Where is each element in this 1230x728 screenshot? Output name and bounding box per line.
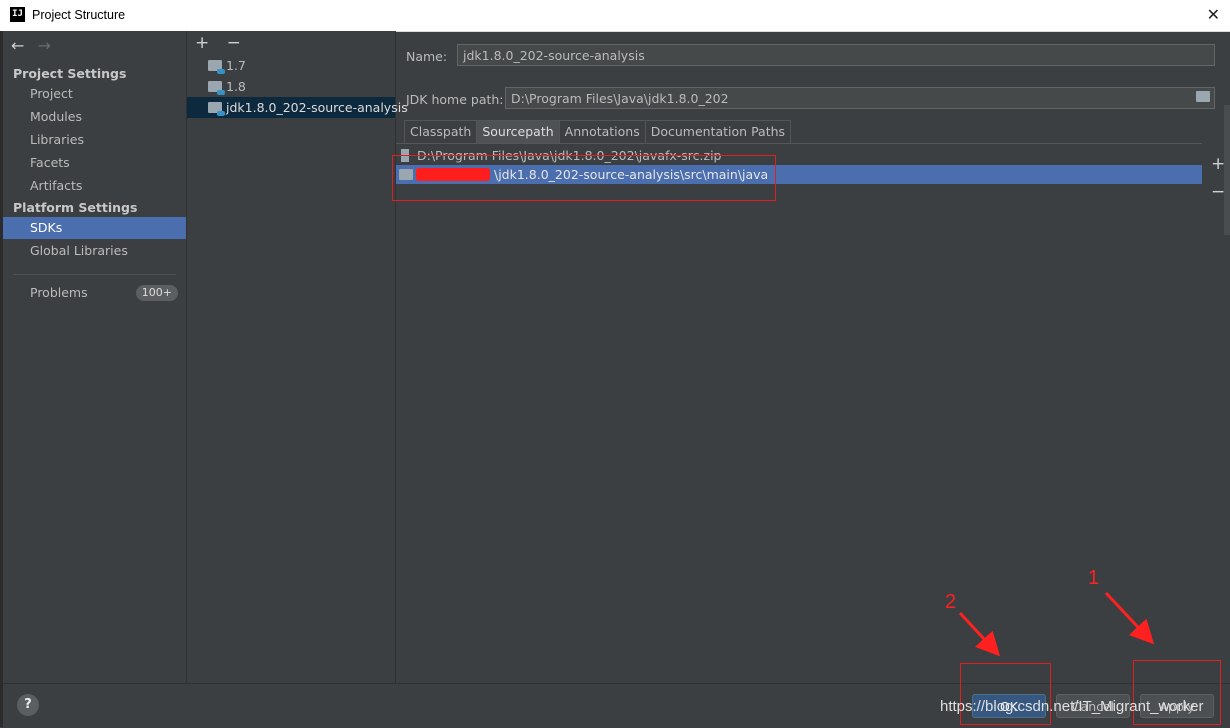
annotation-arrow-2: [958, 611, 1001, 657]
watermark-text: https://blog.csdn.net/IT_Migrant_worker: [940, 698, 1204, 715]
annotation-arrows: [958, 591, 1155, 657]
annotation-arrow-1: [1104, 591, 1155, 645]
